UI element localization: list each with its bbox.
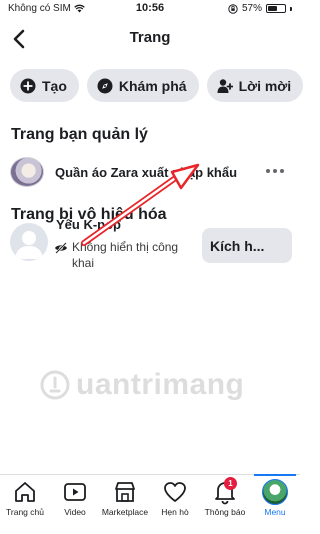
nav-home[interactable]: Trang chủ: [0, 475, 50, 534]
battery-level: [268, 6, 278, 11]
watermark-text: uantrimang: [76, 368, 245, 401]
person-placeholder-icon: [15, 231, 43, 259]
nav-label: Marketplace: [101, 507, 149, 517]
chevron-left-icon: [13, 29, 25, 49]
nav-dating[interactable]: Hẹn hò: [150, 475, 200, 534]
back-button[interactable]: [10, 28, 30, 50]
managed-pages-heading: Trang bạn quản lý: [11, 126, 148, 143]
nav-video[interactable]: Video: [50, 475, 100, 534]
hidden-eye-icon: [55, 242, 67, 254]
default-avatar: [10, 223, 48, 261]
compass-icon: [97, 78, 113, 93]
chip-label: Tạo: [42, 77, 67, 94]
deactivated-page-item: Yêu K-pop Không hiển thị công khai Kích …: [10, 215, 292, 279]
nav-menu[interactable]: Menu: [250, 474, 300, 534]
battery-percent: 57%: [241, 3, 262, 14]
video-icon: [64, 483, 86, 501]
marketplace-icon: [115, 482, 135, 502]
create-page-chip[interactable]: Tạo: [10, 69, 79, 102]
nav-label: Menu: [264, 507, 286, 517]
nav-notifications[interactable]: 1 Thông báo: [200, 475, 250, 534]
nav-marketplace[interactable]: Marketplace: [100, 475, 150, 534]
nav-label: Hẹn hò: [161, 507, 189, 517]
nav-label: Trang chủ: [6, 507, 44, 517]
watermark: uantrimang: [40, 364, 270, 406]
battery-icon: [266, 4, 286, 13]
visibility-status: Không hiển thị công khai: [54, 239, 204, 271]
header: Trang: [0, 22, 300, 56]
heart-icon: [164, 482, 186, 502]
visibility-status-text: Không hiển thị công khai: [72, 240, 179, 270]
bottom-nav: Trang chủ Video Marketplace Hẹn hò 1 Thô…: [0, 474, 300, 534]
page-title: Trang: [129, 29, 171, 46]
deactivated-page-name: Yêu K-pop: [56, 217, 121, 232]
discover-chip[interactable]: Khám phá: [86, 69, 199, 102]
bulb-icon: [40, 370, 70, 400]
notification-badge: 1: [224, 477, 237, 490]
chip-label: Lời mời: [238, 77, 292, 94]
nav-label: Thông báo: [204, 507, 246, 517]
reactivate-button[interactable]: Kích h...: [202, 228, 292, 263]
action-chips: Tạo Khám phá Lời mời: [10, 69, 304, 102]
page-name: Quần áo Zara xuất nhập khẩu: [55, 164, 238, 180]
menu-avatar-icon: [262, 479, 288, 505]
person-add-icon: [217, 78, 233, 93]
invites-chip[interactable]: Lời mời: [206, 69, 304, 102]
status-bar: Không có SIM 10:56 57%: [0, 0, 300, 18]
plus-circle-icon: [20, 78, 36, 93]
nav-label: Video: [64, 507, 86, 517]
more-options-button[interactable]: [266, 163, 286, 179]
lock-rotation-icon: [228, 3, 238, 14]
managed-page-item[interactable]: Quần áo Zara xuất nhập khẩu: [10, 155, 292, 189]
page-avatar: [10, 157, 44, 187]
home-icon: [15, 482, 35, 502]
chip-label: Khám phá: [118, 77, 187, 94]
